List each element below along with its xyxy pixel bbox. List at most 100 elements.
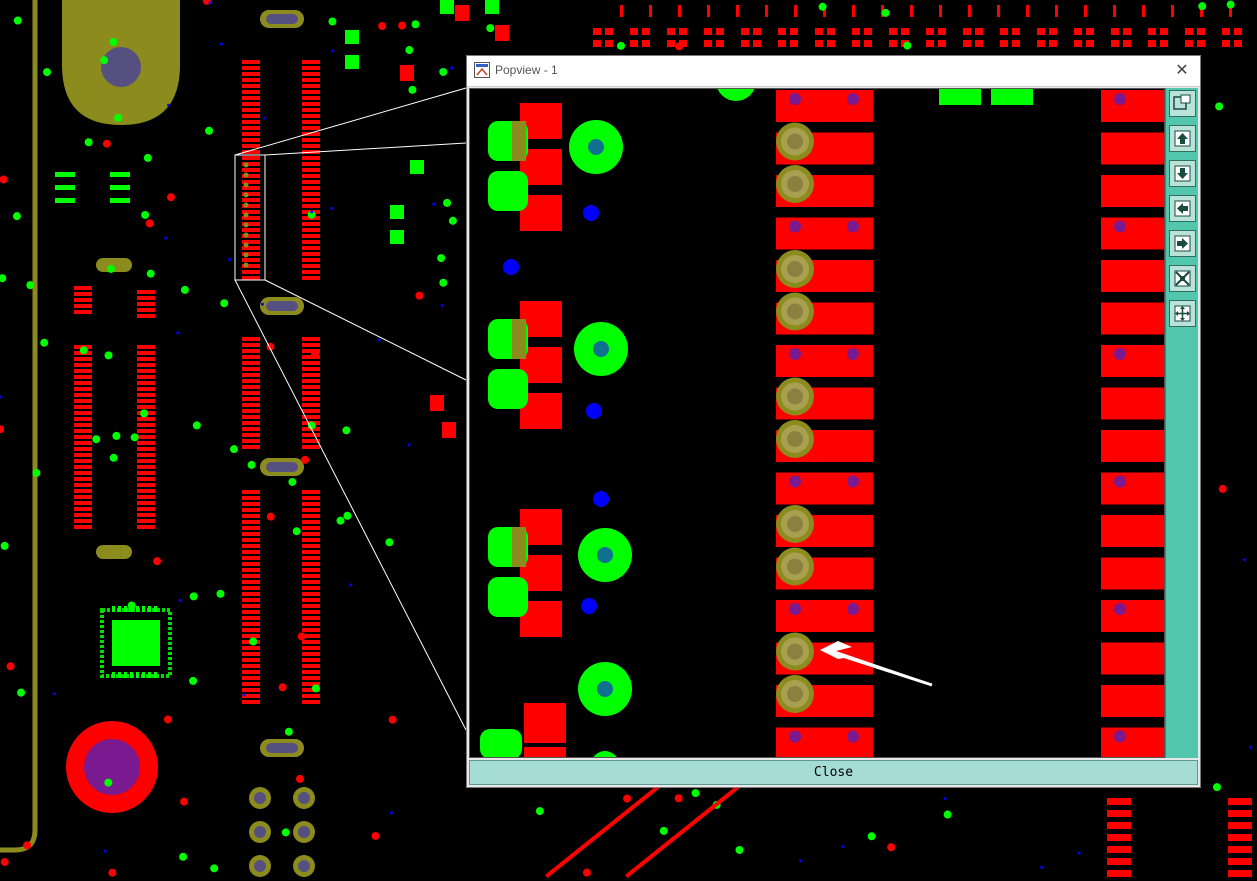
smd-pad: [242, 156, 260, 160]
window-close-icon[interactable]: ✕: [1170, 59, 1194, 83]
via: [292, 527, 301, 536]
smd-pad: [124, 672, 127, 678]
via: [674, 794, 683, 803]
via: [178, 598, 182, 602]
pan-right-button[interactable]: [1169, 230, 1196, 257]
smd-pad: [302, 186, 320, 190]
via: [310, 210, 314, 214]
smd-pad: [242, 556, 260, 560]
smd-pad: [242, 664, 260, 668]
smd-pad: [938, 40, 946, 47]
smd-pad: [778, 40, 786, 47]
via: [583, 205, 599, 221]
zoom-out-icon: [1174, 305, 1191, 322]
smd-pad: [1234, 40, 1242, 47]
smd-pad: [302, 246, 320, 250]
smd-pad: [488, 369, 528, 409]
smd-pad: [242, 439, 260, 443]
via: [1226, 0, 1235, 9]
smd-pad: [302, 102, 320, 106]
via: [103, 849, 107, 853]
smd-pad: [137, 363, 155, 367]
via: [119, 640, 128, 649]
via: [349, 583, 353, 587]
smd-pad: [1101, 430, 1164, 462]
smd-pad: [1101, 345, 1164, 377]
pin: [787, 686, 803, 702]
via: [847, 93, 859, 105]
smd-pad: [74, 489, 92, 493]
pin: [298, 792, 310, 804]
smd-pad: [154, 672, 157, 678]
smd-pad: [1101, 260, 1164, 292]
via: [176, 331, 180, 335]
smd-pad: [667, 28, 675, 35]
smd-pad: [74, 477, 92, 481]
via: [266, 512, 275, 521]
smd-pad: [74, 495, 92, 499]
smd-pad: [1123, 40, 1131, 47]
smd-pad: [1228, 834, 1252, 841]
smd-pad: [302, 204, 320, 208]
via: [847, 475, 859, 488]
smd-pad: [455, 5, 469, 21]
smd-pad: [776, 600, 873, 632]
via: [1077, 851, 1081, 855]
smd-pad: [137, 513, 155, 517]
smd-pad: [74, 429, 92, 433]
pin: [243, 232, 249, 238]
smd-pad: [1171, 5, 1174, 17]
smd-pad: [242, 544, 260, 548]
smd-pad: [1197, 40, 1205, 47]
smd-pad: [302, 361, 320, 365]
pan-up-button[interactable]: [1169, 125, 1196, 152]
smd-pad: [488, 171, 528, 211]
pan-left-button[interactable]: [1169, 195, 1196, 222]
smd-pad: [997, 5, 1000, 17]
smd-pad: [302, 60, 320, 64]
smd-pad: [302, 610, 320, 614]
smd-pad: [302, 598, 320, 602]
pin: [254, 860, 266, 872]
via: [92, 435, 101, 444]
via: [167, 103, 171, 107]
zoomed-pcb-view[interactable]: [469, 88, 1165, 758]
via: [597, 547, 613, 563]
smd-pad: [790, 40, 798, 47]
via: [13, 16, 22, 25]
smd-pad: [1107, 798, 1131, 805]
via: [336, 516, 345, 525]
smd-pad: [302, 373, 320, 377]
smd-pad: [630, 28, 638, 35]
smd-pad: [55, 198, 75, 203]
smd-pad: [524, 747, 566, 757]
smd-pad: [642, 28, 650, 35]
close-button[interactable]: Close: [469, 760, 1198, 785]
smd-pad: [1000, 28, 1008, 35]
smd-pad: [302, 276, 320, 280]
zoom-out-button[interactable]: [1169, 300, 1196, 327]
zoom-window-button[interactable]: [1169, 90, 1196, 117]
smd-pad: [1000, 40, 1008, 47]
smd-pad: [302, 403, 320, 407]
smd-pad: [741, 28, 749, 35]
via: [102, 139, 111, 148]
smd-pad: [302, 162, 320, 166]
smd-pad: [1107, 858, 1131, 865]
pin: [787, 558, 803, 575]
via: [847, 348, 859, 360]
via: [163, 715, 172, 724]
smd-pad: [704, 28, 712, 35]
popview-titlebar[interactable]: Popview - 1 ✕: [467, 56, 1200, 87]
smd-pad: [939, 89, 981, 105]
smd-pad: [302, 694, 320, 698]
smd-pad: [776, 217, 873, 250]
zoom-in-button[interactable]: [1169, 265, 1196, 292]
smd-pad: [142, 606, 145, 612]
pan-down-button[interactable]: [1169, 160, 1196, 187]
smd-pad: [1101, 387, 1164, 420]
via: [593, 491, 609, 507]
smd-pad: [242, 520, 260, 524]
smd-pad: [440, 0, 454, 14]
via: [189, 676, 198, 685]
